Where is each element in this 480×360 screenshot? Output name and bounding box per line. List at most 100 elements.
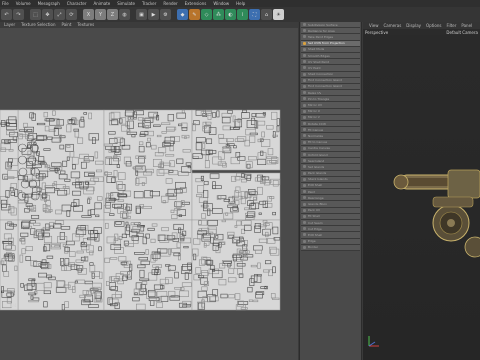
command-icon bbox=[303, 239, 306, 243]
menu-extensions[interactable]: Extensions bbox=[185, 0, 207, 7]
x-axis-icon[interactable]: X bbox=[83, 9, 94, 20]
uv-command-label: Cut Seam bbox=[308, 220, 323, 225]
command-icon bbox=[303, 190, 306, 194]
scale-icon[interactable]: ⤢ bbox=[54, 9, 65, 20]
menu-mesograph[interactable]: Mesograph bbox=[38, 0, 60, 7]
menu-tracker[interactable]: Tracker bbox=[142, 0, 156, 7]
boole-icon[interactable]: ◐ bbox=[225, 9, 236, 20]
uv-command-label: Smooth Edges bbox=[308, 53, 330, 58]
axis-gizmo bbox=[368, 336, 379, 347]
command-icon bbox=[303, 60, 306, 64]
uv-editor-panel: Layer Texture Selection Paint Textures 1/4 bbox=[0, 22, 298, 360]
command-icon bbox=[303, 47, 306, 51]
move-icon[interactable]: ✥ bbox=[42, 9, 53, 20]
command-icon bbox=[303, 227, 306, 231]
array-icon[interactable]: ⁂ bbox=[213, 9, 224, 20]
uv-command-label: Fit Shell bbox=[308, 214, 320, 219]
command-icon bbox=[303, 221, 306, 225]
uv-command-label: Normalize bbox=[308, 133, 324, 138]
command-icon bbox=[303, 165, 306, 169]
3d-viewport[interactable]: View Cameras Display Options Filter Panel Per… bbox=[363, 22, 480, 360]
render-settings-icon[interactable]: ⚙ bbox=[160, 9, 171, 20]
render-view-icon[interactable]: ▣ bbox=[136, 9, 147, 20]
redo-icon[interactable]: ↷ bbox=[13, 9, 24, 20]
command-icon bbox=[303, 245, 306, 249]
viewport-menu-item[interactable]: Options bbox=[426, 22, 441, 29]
light-icon[interactable]: ☀ bbox=[273, 9, 284, 20]
command-icon bbox=[303, 153, 306, 157]
uv-command-label: Relax UV bbox=[308, 90, 322, 95]
uv-command-label: Radiance for Area bbox=[308, 28, 335, 33]
uv-command-label: Centre Canvas bbox=[308, 146, 330, 151]
command-icon bbox=[303, 122, 306, 126]
uv-command-label: UV Shell Paint bbox=[308, 59, 329, 64]
menu-file[interactable]: File bbox=[2, 0, 9, 7]
cube-icon[interactable]: ◆ bbox=[177, 9, 188, 20]
command-icon bbox=[303, 208, 306, 212]
y-axis-icon[interactable]: Y bbox=[95, 9, 106, 20]
uv-command-label: Edit Shell bbox=[308, 232, 323, 237]
menu-render[interactable]: Render bbox=[163, 0, 177, 7]
uv-command-label: Edit Shell bbox=[308, 183, 323, 188]
environment-icon[interactable]: ⛶ bbox=[249, 9, 260, 20]
uv-command-label: Pack UV bbox=[308, 208, 321, 213]
menu-window[interactable]: Window bbox=[213, 0, 229, 7]
uv-command-label: Shell Mode bbox=[308, 47, 325, 52]
command-icon bbox=[303, 66, 306, 70]
subdivision-icon[interactable]: ◇ bbox=[201, 9, 212, 20]
deformer-icon[interactable]: ⌇ bbox=[237, 9, 248, 20]
command-icon bbox=[303, 134, 306, 138]
command-icon bbox=[303, 115, 306, 119]
uv-tile bbox=[103, 219, 193, 311]
toolbar-separator bbox=[131, 9, 135, 20]
viewport-menu-item[interactable]: Cameras bbox=[384, 22, 402, 29]
camera-icon[interactable]: ⌂ bbox=[261, 9, 272, 20]
menu-help[interactable]: Help bbox=[236, 0, 245, 7]
menu-animate[interactable]: Animate bbox=[94, 0, 111, 7]
command-icon bbox=[303, 109, 306, 113]
select-icon[interactable]: ⬚ bbox=[30, 9, 41, 20]
command-icon bbox=[303, 35, 306, 39]
uv-command-label: Islands Bbox bbox=[308, 202, 327, 207]
command-icon bbox=[303, 159, 306, 163]
uv-command-label: Take Paint Edges bbox=[308, 34, 334, 39]
command-icon bbox=[303, 196, 306, 200]
menu-simulate[interactable]: Simulate bbox=[117, 0, 135, 7]
command-icon bbox=[303, 214, 306, 218]
viewport-menu-item[interactable]: Filter bbox=[446, 22, 456, 29]
pen-icon[interactable]: ✎ bbox=[189, 9, 200, 20]
viewport-menu-item[interactable]: Display bbox=[406, 22, 421, 29]
uv-command-label: Mirror UV bbox=[308, 103, 323, 108]
viewport-menu-item[interactable]: View bbox=[369, 22, 379, 29]
render-picture-icon[interactable]: ▶ bbox=[148, 9, 159, 20]
uv-command-label: Cut Edge bbox=[308, 226, 322, 231]
undo-icon[interactable]: ↶ bbox=[1, 9, 12, 20]
uv-command-label: Find Connection Island bbox=[308, 84, 342, 89]
uv-command-label: Mirror U bbox=[308, 109, 320, 114]
command-icon bbox=[303, 103, 306, 107]
command-icon bbox=[303, 29, 306, 33]
world-coords-icon[interactable]: ◍ bbox=[119, 9, 130, 20]
command-icon bbox=[303, 84, 306, 88]
menu-character[interactable]: Character bbox=[67, 0, 87, 7]
toolbar-separator bbox=[172, 9, 176, 20]
uv-command-label: Pack Islands bbox=[308, 171, 327, 176]
uv-command-label: Pin to Triangle bbox=[308, 96, 330, 101]
uv-command-label: Edge bbox=[308, 239, 316, 244]
uv-view[interactable]: 1/4 bbox=[0, 28, 298, 360]
viewport-menu-item[interactable]: Panel bbox=[461, 22, 472, 29]
command-icon bbox=[303, 128, 306, 132]
cannon-model bbox=[393, 169, 480, 258]
command-icon bbox=[303, 72, 306, 76]
uv-corner-label: 1/4 bbox=[10, 303, 17, 308]
z-axis-icon[interactable]: Z bbox=[107, 9, 118, 20]
uv-islands-canvas bbox=[0, 28, 298, 360]
rotate-icon[interactable]: ⟳ bbox=[66, 9, 77, 20]
uv-command-label: Mirror V bbox=[308, 115, 320, 120]
uv-command-item[interactable]: Border bbox=[301, 244, 360, 251]
uv-command-label: Subdivision Surface bbox=[308, 22, 338, 27]
toolbar-separator bbox=[25, 9, 29, 20]
command-icon bbox=[303, 97, 306, 101]
menu-volume[interactable]: Volume bbox=[16, 0, 31, 7]
uv-command-label: Rotate CCW bbox=[308, 121, 326, 126]
